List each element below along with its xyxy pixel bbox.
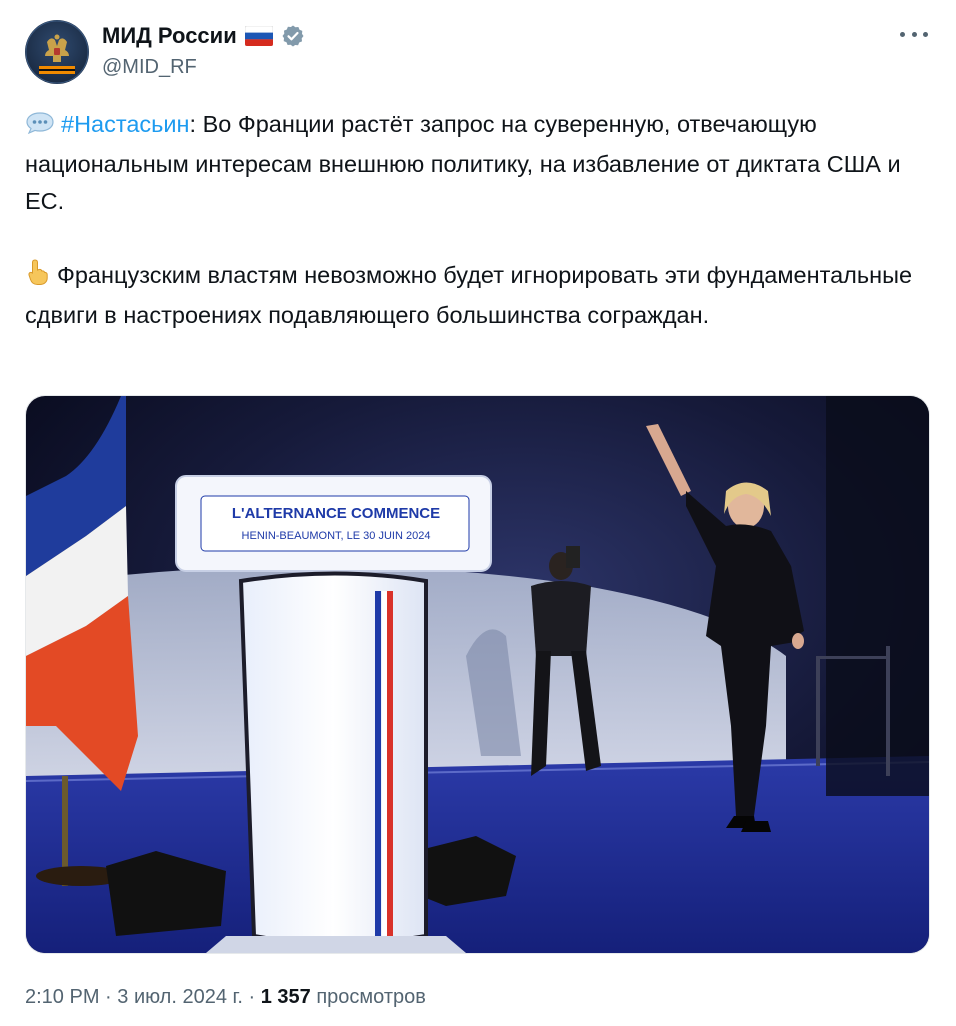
paragraph-2-text: Французским властям невозможно будет игн… — [25, 262, 913, 328]
rally-stage-photo: L'ALTERNANCE COMMENCE HENIN-BEAUMONT, LE… — [26, 396, 929, 953]
podium-title: L'ALTERNANCE COMMENCE — [232, 505, 440, 522]
russia-flag-icon — [244, 25, 274, 47]
tweet-meta: 2:10 PM · 3 июл. 2024 г. · 1 357 просмот… — [25, 984, 426, 1010]
tweet: МИД России @MID_RF #Настасьин: Во Франци… — [0, 0, 956, 1026]
podium-subtitle: HENIN-BEAUMONT, LE 30 JUIN 2024 — [242, 530, 431, 542]
more-options-button[interactable] — [900, 24, 928, 44]
more-dot — [911, 31, 917, 37]
meta-separator-2: · — [242, 986, 261, 1008]
verified-badge-icon[interactable] — [281, 24, 305, 48]
tweet-time[interactable]: 2:10 PM — [25, 986, 99, 1008]
tweet-paragraph-1: #Настасьин: Во Франции растёт запрос на … — [25, 106, 930, 220]
speech-balloon-icon — [25, 109, 55, 146]
tweet-paragraph-2: Французским властям невозможно будет игн… — [25, 257, 930, 334]
views-count[interactable]: 1 357 — [261, 986, 311, 1008]
author-name-row: МИД России — [102, 22, 305, 50]
more-horizontal-icon — [900, 31, 905, 37]
views-label: просмотров — [310, 986, 426, 1008]
author-avatar[interactable] — [25, 20, 89, 84]
meta-separator: · — [99, 986, 118, 1008]
tweet-text: #Настасьин: Во Франции растёт запрос на … — [25, 106, 930, 334]
tweet-photo[interactable]: L'ALTERNANCE COMMENCE HENIN-BEAUMONT, LE… — [25, 395, 930, 954]
coat-of-arms-icon — [25, 20, 89, 84]
author-display-name[interactable]: МИД России — [102, 22, 237, 50]
tweet-date[interactable]: 3 июл. 2024 г. — [117, 986, 243, 1008]
pointing-up-hand-icon — [25, 258, 51, 297]
more-dot — [923, 31, 928, 37]
hashtag-link[interactable]: #Настасьин — [61, 111, 190, 137]
author-handle[interactable]: @MID_RF — [102, 54, 197, 80]
